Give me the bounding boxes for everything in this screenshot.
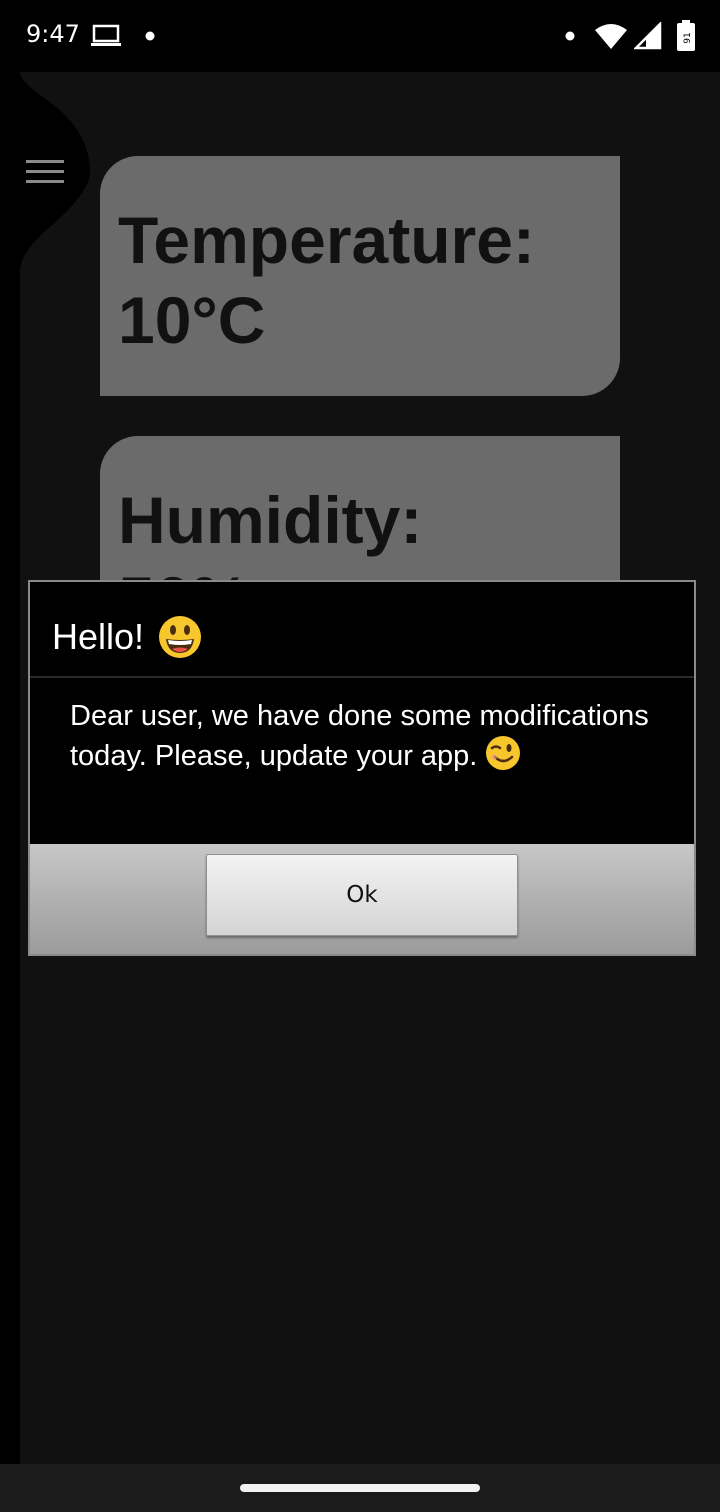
laptop-icon — [91, 24, 121, 46]
temperature-label: Temperature: — [118, 203, 535, 277]
dialog-button-bar: Ok — [30, 844, 694, 954]
update-dialog: Hello! Dear user, we have done some modi… — [28, 580, 696, 956]
navigation-bar — [0, 1464, 720, 1512]
winking-face-icon — [486, 736, 521, 770]
dialog-message-text: Dear user, we have done some modificatio… — [70, 700, 649, 772]
humidity-label: Humidity: — [118, 483, 423, 557]
dot-icon — [565, 31, 575, 41]
status-bar: 9:47 91 — [0, 0, 720, 72]
dialog-title-bar: Hello! — [30, 582, 694, 678]
battery-level: 91 — [683, 32, 693, 43]
dialog-title: Hello! — [52, 616, 145, 657]
screen: 9:47 91 Temperature: 10°C Humidity: Hell… — [0, 0, 720, 1512]
home-indicator[interactable] — [240, 1484, 480, 1492]
ok-button[interactable]: Ok — [206, 854, 518, 936]
wifi-icon — [595, 24, 627, 49]
battery-icon: 91 — [677, 20, 695, 51]
status-time: 9:47 — [26, 20, 80, 48]
hamburger-menu-icon[interactable] — [26, 158, 64, 186]
temperature-card: Temperature: 10°C — [100, 156, 620, 396]
grinning-face-icon — [159, 616, 201, 658]
temperature-value: 10°C — [118, 283, 266, 357]
signal-icon — [634, 22, 662, 50]
notification-dot-icon — [145, 31, 155, 41]
dialog-message: Dear user, we have done some modificatio… — [70, 698, 660, 775]
